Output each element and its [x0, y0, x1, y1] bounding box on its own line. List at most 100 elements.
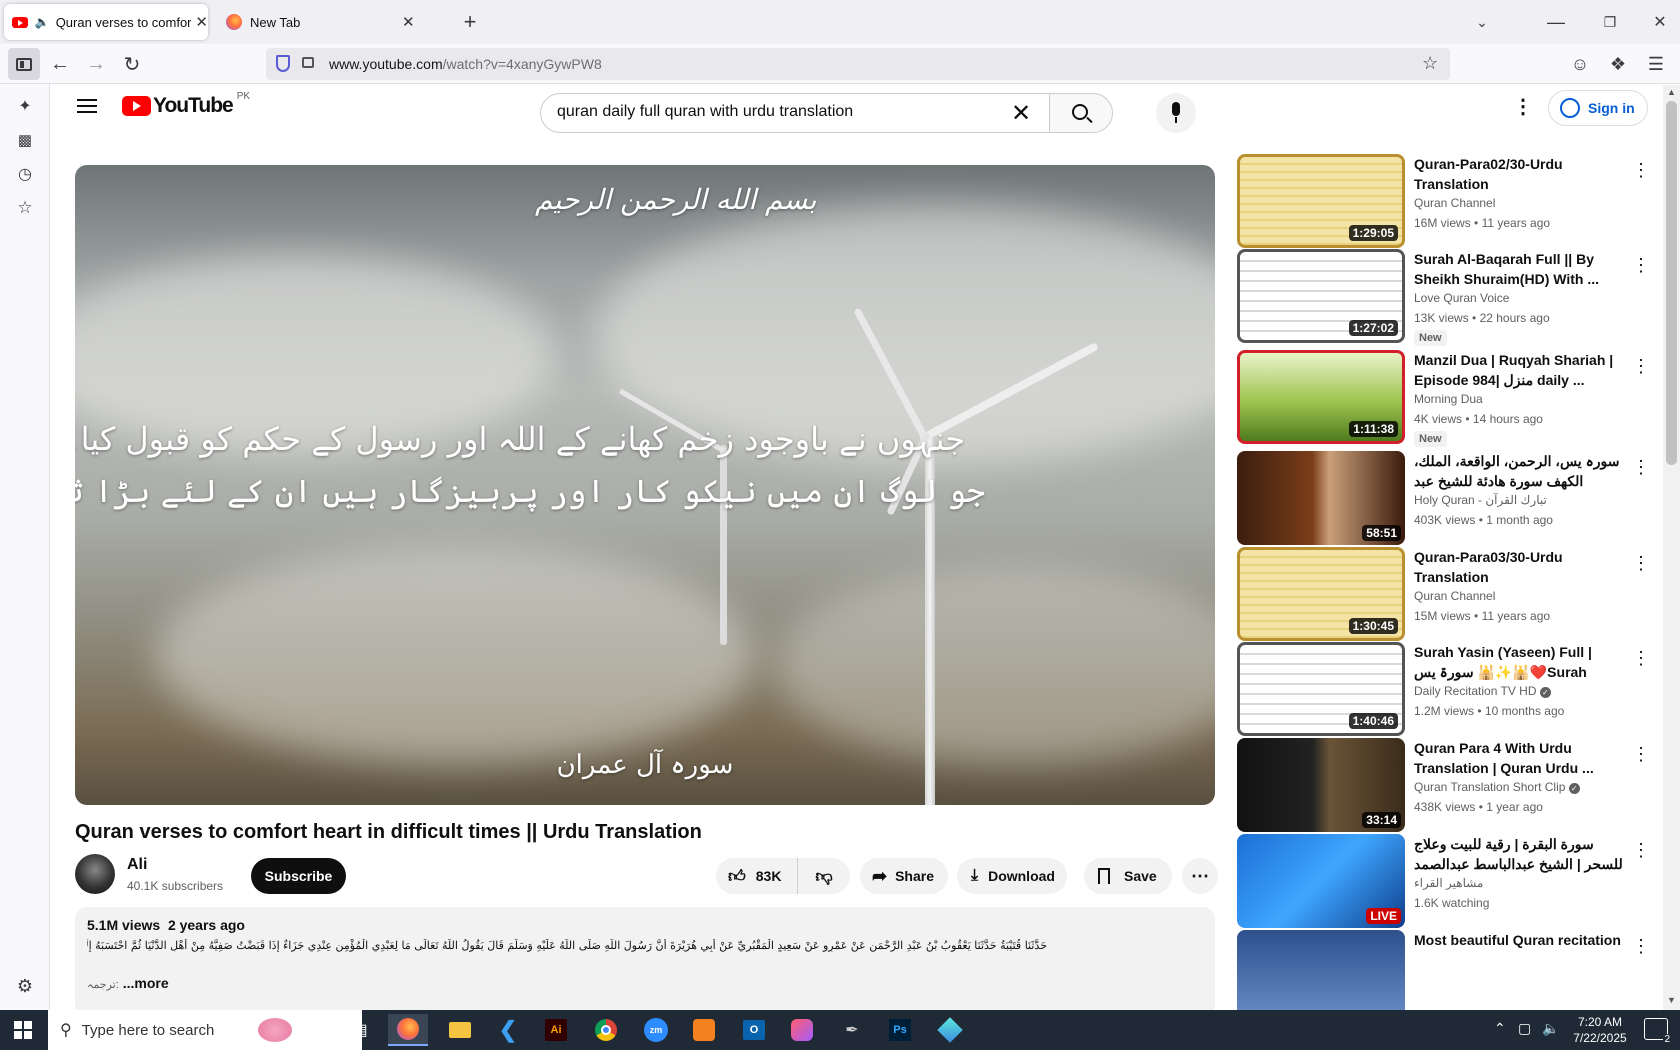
recommended-video-title[interactable]: Most beautiful Quran recitation — [1414, 930, 1624, 950]
recommended-channel-name[interactable]: Daily Recitation TV HD ✓ — [1414, 684, 1551, 698]
clear-search-x-icon[interactable]: ✕ — [1011, 99, 1031, 128]
windows-start-icon[interactable] — [14, 1021, 32, 1039]
video-action-menu-icon[interactable]: ⋮ — [1629, 354, 1653, 378]
zoom-icon[interactable]: zm — [636, 1014, 676, 1046]
recommended-video-title[interactable]: سورة البقرة | رقية للبيت وعلاج للسحر | ا… — [1414, 834, 1624, 874]
video-action-menu-icon[interactable]: ⋮ — [1629, 253, 1653, 277]
recommended-video-title[interactable]: Surah Al-Baqarah Full || By Sheikh Shura… — [1414, 249, 1624, 289]
lock-icon[interactable] — [302, 57, 314, 68]
recommended-channel-name[interactable]: Quran Channel — [1414, 589, 1495, 603]
youtube-logo[interactable]: YouTube PK — [122, 91, 250, 117]
video-action-menu-icon[interactable]: ⋮ — [1629, 455, 1653, 479]
bookmark-star-icon[interactable]: ☆ — [1422, 53, 1438, 74]
photoshop-icon[interactable]: Ps — [880, 1014, 920, 1046]
recommended-video-item[interactable]: 33:14 Quran Para 4 With Urdu Translation … — [1237, 738, 1663, 834]
video-thumbnail[interactable]: 1:30:45 — [1237, 547, 1405, 641]
list-tabs-chevron-icon[interactable]: ⌄ — [1466, 6, 1498, 38]
tab-youtube-video[interactable]: 🔈 Quran verses to comfort he ✕ — [4, 4, 208, 40]
video-thumbnail[interactable]: 58:51 — [1237, 451, 1405, 545]
guide-menu-icon[interactable] — [75, 97, 99, 115]
speaker-icon[interactable]: 🔈 — [35, 15, 50, 29]
recommended-channel-name[interactable]: Morning Dua — [1414, 392, 1483, 406]
restore-window-icon[interactable]: ❐ — [1594, 6, 1626, 38]
recommended-video-item[interactable]: 1:30:45 Quran-Para03/30-Urdu Translation Q… — [1237, 547, 1663, 643]
video-thumbnail[interactable]: LIVE — [1237, 834, 1405, 928]
recommended-video-item[interactable]: LIVE سورة البقرة | رقية للبيت وعلاج للسحر… — [1237, 834, 1663, 930]
dislike-button[interactable]: 👎︎ — [798, 858, 850, 894]
recommended-video-title[interactable]: Surah Yasin (Yaseen) Full | سورۃ یس 🕌✨🕌❤… — [1414, 642, 1624, 682]
video-player[interactable]: بسم الله الرحمن الرحیم جنہوں نے باوجود ز… — [75, 165, 1215, 805]
outlook-icon[interactable]: O — [734, 1014, 774, 1046]
video-thumbnail[interactable]: 1:11:38 — [1237, 350, 1405, 444]
search-input[interactable] — [557, 103, 997, 121]
video-action-menu-icon[interactable]: ⋮ — [1629, 551, 1653, 575]
close-tab-icon[interactable]: ✕ — [402, 13, 415, 31]
hamburger-menu-icon[interactable]: ☰ — [1640, 48, 1672, 80]
recommended-video-title[interactable]: Quran-Para03/30-Urdu Translation — [1414, 547, 1624, 587]
recommended-channel-name[interactable]: Love Quran Voice — [1414, 291, 1509, 305]
search-button[interactable] — [1049, 93, 1113, 133]
photos-icon[interactable] — [782, 1014, 822, 1046]
recommended-channel-name[interactable]: Quran Channel — [1414, 196, 1495, 210]
recommended-video-item[interactable]: Most beautiful Quran recitation ⋮ — [1237, 930, 1663, 1010]
video-action-menu-icon[interactable]: ⋮ — [1629, 646, 1653, 670]
close-window-icon[interactable]: ✕ — [1644, 6, 1676, 38]
more-actions-button[interactable]: ⋯ — [1182, 858, 1218, 894]
file-explorer-icon[interactable] — [440, 1014, 480, 1046]
recommended-channel-name[interactable]: Holy Quran - تبارك القرآن — [1414, 493, 1547, 507]
video-action-menu-icon[interactable]: ⋮ — [1629, 838, 1653, 862]
illustrator-icon[interactable]: Ai — [536, 1014, 576, 1046]
video-thumbnail[interactable]: 33:14 — [1237, 738, 1405, 832]
recommended-video-item[interactable]: 1:11:38 Manzil Dua | Ruqyah Shariah | Epi… — [1237, 350, 1663, 447]
taskbar-search-box[interactable]: ⚲ Type here to search — [48, 1010, 362, 1050]
firefox-taskbar-icon[interactable] — [388, 1014, 428, 1046]
forward-arrow-icon[interactable]: → — [80, 48, 112, 80]
tab-new-tab[interactable]: New Tab ✕ — [214, 4, 418, 40]
task-view-icon[interactable]: ▤ — [340, 1014, 380, 1046]
recommended-video-title[interactable]: Manzil Dua | Ruqyah Shariah | Episode 98… — [1414, 350, 1624, 390]
share-button[interactable]: ➦ Share — [860, 858, 948, 894]
scroll-thumb[interactable] — [1666, 101, 1677, 465]
sidebar-toggle-icon[interactable] — [8, 48, 40, 80]
settings-more-icon[interactable]: ⋮ — [1513, 95, 1533, 119]
channel-avatar[interactable] — [75, 854, 115, 894]
recommended-channel-name[interactable]: مشاهير القراء — [1414, 876, 1483, 890]
volume-speaker-icon[interactable]: 🔈 — [1542, 1020, 1559, 1037]
account-icon[interactable]: ☺ — [1564, 48, 1596, 80]
back-arrow-icon[interactable]: ← — [44, 48, 76, 80]
synced-tabs-icon[interactable]: ▩ — [13, 128, 37, 152]
reload-icon[interactable]: ↻ — [116, 48, 148, 80]
diamond-app-icon[interactable] — [930, 1014, 970, 1046]
minimize-window-icon[interactable]: — — [1540, 6, 1572, 38]
recommended-video-item[interactable]: 1:27:02 Surah Al-Baqarah Full || By Sheik… — [1237, 249, 1663, 346]
history-clock-icon[interactable]: ◷ — [13, 162, 37, 186]
description-box[interactable]: 5.1M views 2 years ago حَدَّثَنَا قُتَيْ… — [75, 907, 1215, 1010]
extensions-puzzle-icon[interactable]: ❖ — [1602, 48, 1634, 80]
show-hidden-icons-chevron[interactable]: ⌃ — [1494, 1020, 1506, 1037]
channel-name[interactable]: Ali — [127, 856, 147, 874]
recommended-video-item[interactable]: 1:29:05 Quran-Para02/30-Urdu Translation Q… — [1237, 154, 1663, 250]
recommended-channel-name[interactable]: Quran Translation Short Clip ✓ — [1414, 780, 1580, 794]
show-more-link[interactable]: ...more — [123, 975, 169, 991]
like-button[interactable]: 👍︎ 83K — [716, 858, 798, 894]
vscode-icon[interactable]: ❮ — [488, 1014, 528, 1046]
subscribe-button[interactable]: Subscribe — [251, 858, 346, 894]
tracking-shield-icon[interactable] — [276, 55, 290, 72]
recommended-video-item[interactable]: 58:51 سورہ یس، الرحمن، الواقعة، الملك، ال… — [1237, 451, 1663, 547]
search-box[interactable]: ✕ — [540, 93, 1049, 133]
bookmarks-star-icon[interactable]: ☆ — [13, 196, 37, 220]
sign-in-button[interactable]: Sign in — [1548, 90, 1648, 126]
chrome-icon[interactable] — [586, 1014, 626, 1046]
video-thumbnail[interactable]: 1:27:02 — [1237, 249, 1405, 343]
video-thumbnail[interactable] — [1237, 930, 1405, 1010]
url-bar[interactable]: www.youtube.com/watch?v=4xanyGywPW8 ☆ — [266, 48, 1450, 80]
recommended-video-item[interactable]: 1:40:46 Surah Yasin (Yaseen) Full | سورۃ … — [1237, 642, 1663, 738]
notification-center-icon[interactable]: 2 — [1644, 1018, 1671, 1045]
page-scrollbar[interactable]: ▲ ▼ — [1663, 85, 1680, 1010]
scroll-down-arrow-icon[interactable]: ▼ — [1667, 995, 1676, 1005]
clock[interactable]: 7:20 AM 7/22/2025 — [1562, 1014, 1638, 1046]
scroll-up-arrow-icon[interactable]: ▲ — [1667, 87, 1676, 97]
recommended-video-title[interactable]: Quran-Para02/30-Urdu Translation — [1414, 154, 1624, 194]
save-button[interactable]: Save — [1084, 858, 1172, 894]
sidebar-settings-gear-icon[interactable]: ⚙ — [13, 974, 37, 998]
